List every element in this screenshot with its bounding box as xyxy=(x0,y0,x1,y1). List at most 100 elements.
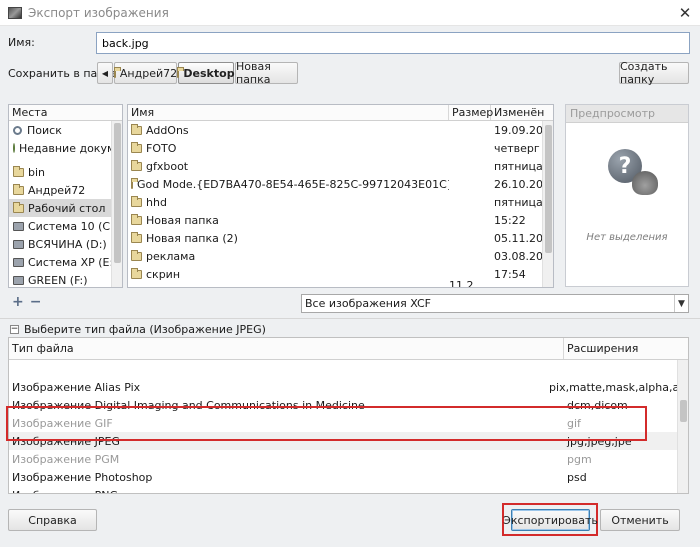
file-list-scrollbar[interactable] xyxy=(542,121,553,287)
place-drive-d[interactable]: ВСЯЧИНА (D:) xyxy=(9,235,122,253)
folder-icon xyxy=(131,177,138,189)
column-extensions[interactable]: Расширения xyxy=(564,338,688,359)
folder-icon xyxy=(13,165,24,177)
file-name-cell: скрин xyxy=(128,267,449,281)
file-row[interactable]: Новая папка 15:22 xyxy=(128,211,553,229)
file-filter-select[interactable]: Все изображения XCF ▼ xyxy=(301,294,689,313)
file-type-extensions: png xyxy=(564,489,588,494)
create-folder-button[interactable]: Создать папку xyxy=(619,60,689,86)
place-label: ВСЯЧИНА (D:) xyxy=(28,237,107,251)
filename-input[interactable] xyxy=(96,32,690,54)
file-type-row[interactable]: Изображение PNGpng xyxy=(9,486,688,494)
file-name-cell: Новая папка (2) xyxy=(128,231,449,245)
file-row[interactable]: AddOns 19.09.2017 xyxy=(128,121,553,139)
places-add-remove: +− xyxy=(12,294,47,310)
help-button[interactable]: Справка xyxy=(8,509,97,531)
column-name[interactable]: Имя xyxy=(128,105,449,120)
file-name-cell: FOTO xyxy=(128,141,449,155)
file-row[interactable]: hhd пятница xyxy=(128,193,553,211)
file-type-row[interactable] xyxy=(9,360,688,378)
places-header: Места xyxy=(9,105,122,121)
file-type-row[interactable]: Изображение Photoshop psd xyxy=(9,468,688,486)
place-drive-c[interactable]: Система 10 (C:) xyxy=(9,217,122,235)
folder-icon xyxy=(131,141,142,153)
breadcrumb-andrey72[interactable]: Андрей72 xyxy=(113,62,177,84)
file-row[interactable]: God Mode.{ED7BA470-8E54-465E-825C-997120… xyxy=(128,175,553,193)
column-size[interactable]: Размер xyxy=(449,105,493,120)
file-name: скрин xyxy=(146,267,181,281)
file-name: Новая папка xyxy=(146,213,219,227)
file-rows: AddOns 19.09.2017 FOTO четверг gfxboot пятниц… xyxy=(128,121,553,289)
add-bookmark-button[interactable]: + xyxy=(12,294,30,310)
window-title: Экспорт изображения xyxy=(28,5,169,20)
file-row[interactable]: gfxboot пятница xyxy=(128,157,553,175)
file-list-panel: Имя Размер Изменён AddOns 19.09.2017 FOTO ч… xyxy=(127,104,554,288)
folder-icon xyxy=(131,231,142,243)
place-drive-f[interactable]: GREEN (F:) xyxy=(9,271,122,287)
divider xyxy=(0,318,700,319)
file-type-scrollbar[interactable] xyxy=(677,360,688,493)
drive-icon xyxy=(13,257,24,267)
file-name: реклама xyxy=(146,249,196,263)
file-type-header: Тип файла Расширения xyxy=(9,338,688,360)
search-icon xyxy=(13,125,22,135)
chevron-down-icon: ▼ xyxy=(674,295,688,312)
place-desktop[interactable]: Рабочий стол xyxy=(9,199,122,217)
path-back-button[interactable]: ◀ xyxy=(97,62,113,84)
preview-empty-text: Нет выделения xyxy=(586,232,668,243)
file-name-cell: 14.jpg xyxy=(128,286,449,289)
file-type-row[interactable]: Изображение PGM pgm xyxy=(9,450,688,468)
file-name: gfxboot xyxy=(146,159,189,173)
place-label: Поиск xyxy=(27,123,62,137)
image-file-icon xyxy=(131,288,142,289)
folder-icon xyxy=(131,195,142,207)
file-list-header: Имя Размер Изменён xyxy=(128,105,553,121)
place-label: Рабочий стол xyxy=(28,201,106,215)
close-icon[interactable]: ✕ xyxy=(670,0,700,26)
places-scrollbar[interactable] xyxy=(111,121,122,287)
file-name: AddOns xyxy=(146,123,189,137)
file-size: 11,2 кБ xyxy=(449,279,474,288)
place-andrey72[interactable]: Андрей72 xyxy=(9,181,122,199)
places-panel: Места Поиск Недавние докум... bin Андрей… xyxy=(8,104,123,288)
file-modified: 03.08.2017 xyxy=(494,249,543,263)
folder-icon xyxy=(131,123,142,135)
column-modified[interactable]: Изменён xyxy=(491,105,544,120)
place-drive-e[interactable]: Система XP (E:) xyxy=(9,253,122,271)
file-type-expander[interactable]: − Выберите тип файла (Изображение JPEG) xyxy=(10,323,266,336)
place-label: Андрей72 xyxy=(28,183,86,197)
place-label: Система 10 (C:) xyxy=(28,219,119,233)
cancel-button[interactable]: Отменить xyxy=(600,509,680,531)
folder-icon xyxy=(113,66,121,78)
place-recent[interactable]: Недавние докум... xyxy=(9,139,122,157)
file-type-name: Изображение PGM xyxy=(12,452,120,466)
folder-icon xyxy=(131,213,142,225)
column-file-type[interactable]: Тип файла xyxy=(9,338,564,359)
breadcrumb-new-folder[interactable]: Новая папка xyxy=(235,60,298,86)
file-name-cell: Новая папка xyxy=(128,213,449,227)
file-type-row[interactable]: Изображение Alias Pix pix,matte,mask,alph… xyxy=(9,378,688,396)
file-name-cell: реклама xyxy=(128,249,449,263)
file-modified: 19.09.2017 xyxy=(494,123,543,137)
folder-icon xyxy=(131,159,142,171)
export-button[interactable]: Экспортировать xyxy=(503,509,598,531)
file-row[interactable]: FOTO четверг xyxy=(128,139,553,157)
file-modified: 26.10.2016 xyxy=(494,177,543,191)
preview-header: Предпросмотр xyxy=(566,105,688,123)
file-modified: пятница xyxy=(494,159,543,173)
drive-icon xyxy=(13,275,24,285)
file-row[interactable]: Новая папка (2) 05.11.2017 xyxy=(128,229,553,247)
file-name-cell: hhd xyxy=(128,195,449,209)
place-label: Недавние докум... xyxy=(19,141,122,155)
place-label: bin xyxy=(28,165,46,179)
file-row[interactable]: 14.jpg 11,2 кБ пятница xyxy=(128,279,553,289)
file-row[interactable]: реклама 03.08.2017 xyxy=(128,247,553,265)
remove-bookmark-button[interactable]: − xyxy=(30,294,48,310)
file-modified: 17:54 xyxy=(494,267,526,281)
preview-panel: Предпросмотр ? Нет выделения xyxy=(565,104,689,287)
place-bin[interactable]: bin xyxy=(9,163,122,181)
place-search[interactable]: Поиск xyxy=(9,121,122,139)
file-type-extensions: pix,matte,mask,alpha,als xyxy=(549,380,688,394)
place-label: GREEN (F:) xyxy=(28,273,88,287)
breadcrumb-desktop[interactable]: Desktop xyxy=(177,62,235,84)
